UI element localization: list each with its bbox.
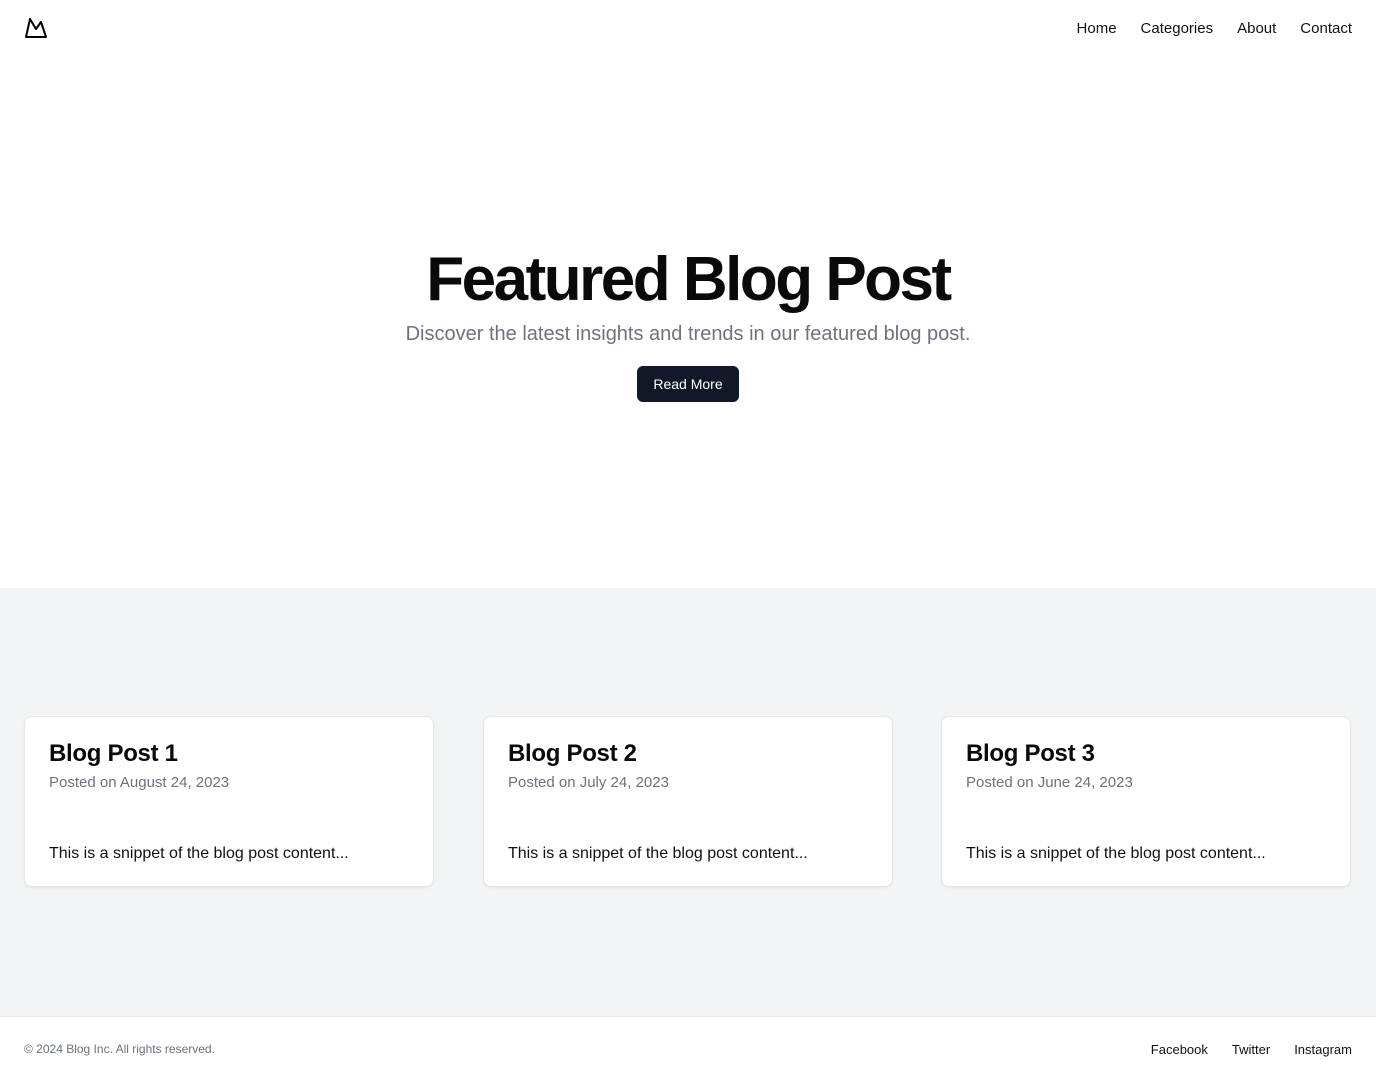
post-date: Posted on July 24, 2023 bbox=[508, 774, 669, 791]
post-card[interactable]: Blog Post 1 Posted on August 24, 2023 Th… bbox=[24, 716, 434, 887]
post-card[interactable]: Blog Post 3 Posted on June 24, 2023 This… bbox=[941, 716, 1351, 887]
post-snippet: This is a snippet of the blog post conte… bbox=[49, 845, 349, 862]
post-title[interactable]: Blog Post 2 bbox=[508, 739, 868, 769]
nav-about-link[interactable]: About bbox=[1237, 20, 1276, 37]
site-header: Home Categories About Contact bbox=[0, 0, 1376, 56]
post-snippet: This is a snippet of the blog post conte… bbox=[508, 845, 808, 862]
hero-title: Featured Blog Post bbox=[426, 245, 952, 314]
twitter-link[interactable]: Twitter bbox=[1232, 1042, 1270, 1057]
post-date: Posted on August 24, 2023 bbox=[49, 774, 230, 791]
nav-contact-link[interactable]: Contact bbox=[1300, 20, 1352, 37]
posts-section: Blog Post 1 Posted on August 24, 2023 Th… bbox=[0, 588, 1376, 1017]
nav-home-link[interactable]: Home bbox=[1077, 20, 1117, 37]
nav-categories-link[interactable]: Categories bbox=[1141, 20, 1214, 37]
hero-subtitle: Discover the latest insights and trends … bbox=[405, 323, 971, 345]
post-title[interactable]: Blog Post 1 bbox=[49, 739, 409, 769]
instagram-link[interactable]: Instagram bbox=[1294, 1042, 1352, 1057]
post-title[interactable]: Blog Post 3 bbox=[966, 739, 1326, 769]
site-footer: © 2024 Blog Inc. All rights reserved. Fa… bbox=[0, 1016, 1376, 1081]
post-date: Posted on June 24, 2023 bbox=[966, 774, 1133, 791]
post-snippet: This is a snippet of the blog post conte… bbox=[966, 845, 1266, 862]
read-more-button[interactable]: Read More bbox=[637, 366, 739, 402]
facebook-link[interactable]: Facebook bbox=[1151, 1042, 1208, 1057]
page: Home Categories About Contact Featured B… bbox=[0, 0, 1376, 1081]
mountain-icon[interactable] bbox=[24, 16, 48, 40]
main-nav: Home Categories About Contact bbox=[1077, 20, 1352, 37]
social-links: Facebook Twitter Instagram bbox=[1151, 1042, 1352, 1057]
post-card[interactable]: Blog Post 2 Posted on July 24, 2023 This… bbox=[483, 716, 893, 887]
hero-section: Featured Blog Post Discover the latest i… bbox=[0, 56, 1376, 588]
copyright-text: © 2024 Blog Inc. All rights reserved. bbox=[24, 1042, 215, 1056]
